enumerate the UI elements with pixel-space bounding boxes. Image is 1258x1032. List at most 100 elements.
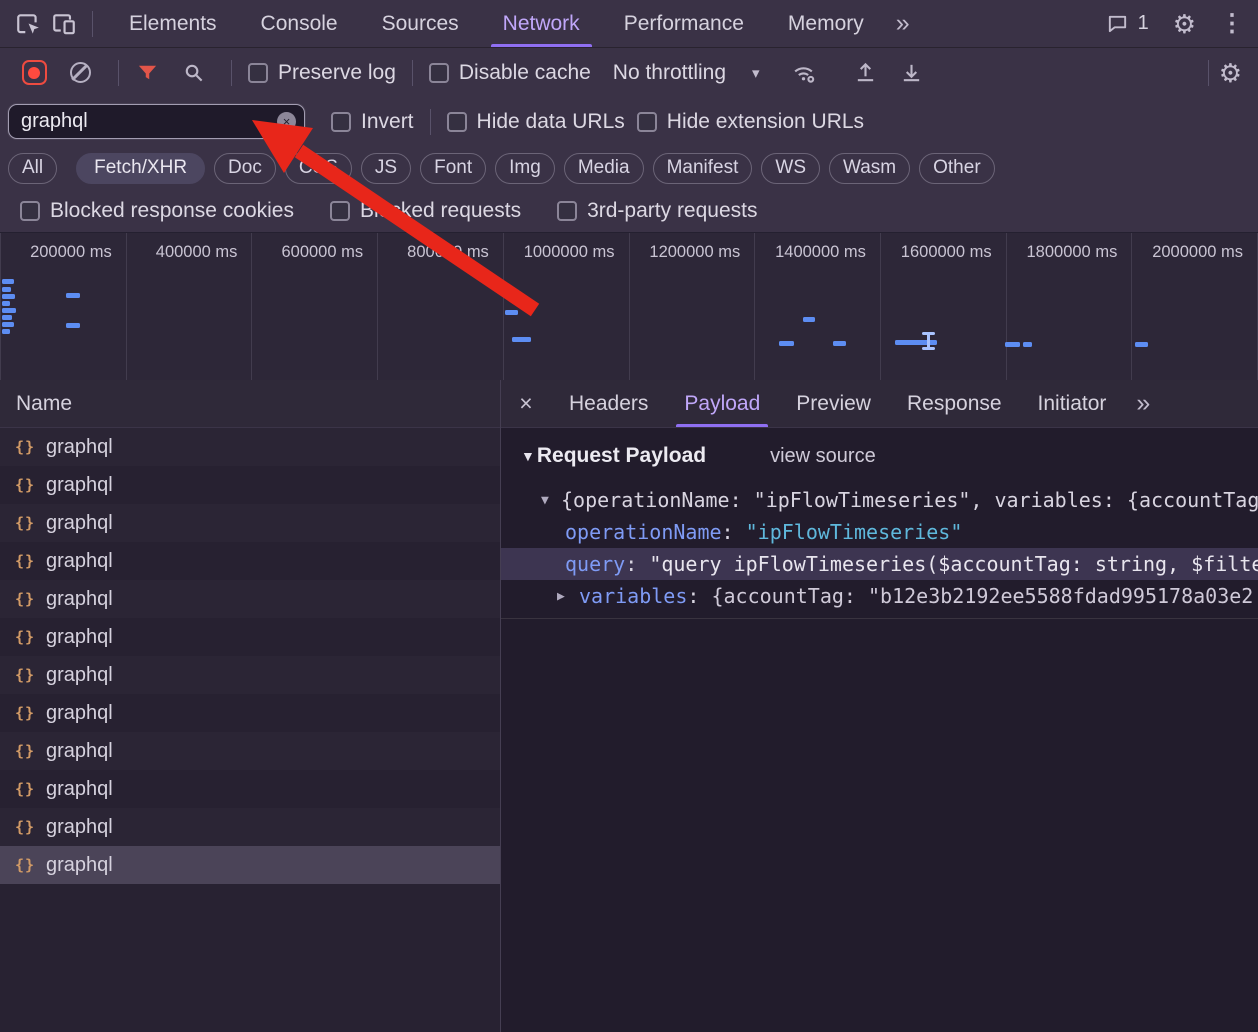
- detail-tab-response[interactable]: Response: [889, 380, 1020, 427]
- json-braces-icon: {}: [14, 590, 36, 608]
- checkbox-box[interactable]: [330, 201, 350, 221]
- checkbox-box[interactable]: [20, 201, 40, 221]
- waterfall-mark: [505, 310, 518, 315]
- more-detail-tabs-button[interactable]: »: [1124, 391, 1162, 416]
- network-conditions-button[interactable]: [786, 56, 822, 90]
- pill-ws[interactable]: WS: [761, 153, 820, 184]
- json-braces-icon: {}: [14, 704, 36, 722]
- view-source-link[interactable]: view source: [770, 445, 876, 468]
- import-har-button[interactable]: [848, 56, 884, 90]
- filter-toggle-button[interactable]: [129, 56, 165, 90]
- pill-wasm[interactable]: Wasm: [829, 153, 910, 184]
- payload-root-preview: {operationName: "ipFlowTimeseries", vari…: [561, 488, 1258, 512]
- hide-extension-urls-checkbox[interactable]: Hide extension URLs: [637, 110, 864, 134]
- request-row[interactable]: {}graphql: [0, 542, 500, 580]
- tab-console[interactable]: Console: [239, 0, 360, 47]
- pill-doc[interactable]: Doc: [214, 153, 276, 184]
- more-tabs-button[interactable]: »: [886, 11, 920, 36]
- chevron-down-icon: ▾: [752, 64, 760, 82]
- device-toolbar-button[interactable]: [46, 7, 82, 41]
- checkbox-box[interactable]: [429, 63, 449, 83]
- close-details-button[interactable]: ×: [501, 380, 551, 427]
- pill-all[interactable]: All: [8, 153, 57, 184]
- extra-filters-row: Blocked response cookies Blocked request…: [0, 190, 1258, 232]
- main-menu-button[interactable]: ⋮: [1220, 12, 1244, 36]
- throttling-select[interactable]: No throttling ▾: [613, 61, 760, 85]
- pill-font[interactable]: Font: [420, 153, 486, 184]
- network-search-button[interactable]: [175, 56, 211, 90]
- expand-icon[interactable]: ▶: [557, 589, 565, 604]
- pill-css[interactable]: CSS: [285, 153, 352, 184]
- detail-tab-payload[interactable]: Payload: [666, 380, 778, 427]
- pill-other[interactable]: Other: [919, 153, 995, 184]
- request-row[interactable]: {}graphql: [0, 770, 500, 808]
- pill-manifest[interactable]: Manifest: [653, 153, 753, 184]
- waterfall-mark: [512, 337, 531, 342]
- checkbox-box[interactable]: [331, 112, 351, 132]
- blocked-requests-checkbox[interactable]: Blocked requests: [330, 199, 521, 223]
- json-braces-icon: {}: [14, 514, 36, 532]
- tab-memory[interactable]: Memory: [766, 0, 886, 47]
- request-row[interactable]: {}graphql: [0, 466, 500, 504]
- pill-fetch-xhr[interactable]: Fetch/XHR: [76, 153, 205, 184]
- clear-network-log-button[interactable]: [62, 56, 98, 90]
- third-party-requests-checkbox[interactable]: 3rd-party requests: [557, 199, 757, 223]
- request-row[interactable]: {}graphql: [0, 808, 500, 846]
- request-name: graphql: [46, 626, 113, 649]
- pill-js[interactable]: JS: [361, 153, 411, 184]
- pill-media[interactable]: Media: [564, 153, 644, 184]
- collapse-icon[interactable]: ▼: [541, 493, 549, 508]
- name-column-header[interactable]: Name: [0, 380, 500, 428]
- tab-elements[interactable]: Elements: [107, 0, 239, 47]
- request-payload-section: ▼ Request Payload view source: [501, 444, 1258, 468]
- collapse-section-icon[interactable]: ▼: [521, 448, 535, 464]
- export-har-button[interactable]: [894, 56, 930, 90]
- filter-input[interactable]: [8, 104, 305, 139]
- pill-img[interactable]: Img: [495, 153, 555, 184]
- request-name: graphql: [46, 702, 113, 725]
- request-name: graphql: [46, 740, 113, 763]
- throttling-value: No throttling: [613, 61, 726, 85]
- request-row[interactable]: {}graphql: [0, 732, 500, 770]
- payload-row-query[interactable]: query"query ipFlowTimeseries($accountTag…: [501, 548, 1258, 580]
- detail-tab-headers[interactable]: Headers: [551, 380, 666, 427]
- request-name: graphql: [46, 816, 113, 839]
- checkbox-box[interactable]: [557, 201, 577, 221]
- checkbox-box[interactable]: [248, 63, 268, 83]
- settings-button[interactable]: ⚙: [1173, 11, 1196, 37]
- request-row[interactable]: {}graphql: [0, 656, 500, 694]
- overview-timeline[interactable]: 200000 ms400000 ms600000 ms800000 ms1000…: [0, 232, 1258, 380]
- record-network-log-button[interactable]: [16, 56, 52, 90]
- detail-tab-preview[interactable]: Preview: [778, 380, 889, 427]
- section-title: Request Payload: [537, 444, 706, 468]
- hide-data-urls-checkbox[interactable]: Hide data URLs: [447, 110, 625, 134]
- checkbox-box[interactable]: [637, 112, 657, 132]
- tab-performance[interactable]: Performance: [602, 0, 766, 47]
- detail-tab-initiator[interactable]: Initiator: [1020, 380, 1125, 427]
- payload-row-variables[interactable]: ▶ variables{accountTag: "b12e3b2192ee558…: [501, 580, 1258, 612]
- json-braces-icon: {}: [14, 856, 36, 874]
- request-row[interactable]: {}graphql: [0, 618, 500, 656]
- request-row[interactable]: {} graphql: [0, 694, 500, 732]
- clear-filter-button[interactable]: ×: [277, 112, 296, 131]
- request-row[interactable]: {}graphql: [0, 580, 500, 618]
- payload-root-row[interactable]: ▼ {operationName: "ipFlowTimeseries", va…: [501, 484, 1258, 516]
- tab-sources[interactable]: Sources: [360, 0, 481, 47]
- request-row[interactable]: {}graphql: [0, 504, 500, 542]
- json-braces-icon: {}: [14, 438, 36, 456]
- preserve-log-checkbox[interactable]: Preserve log: [248, 61, 396, 85]
- invert-checkbox[interactable]: Invert: [331, 110, 414, 134]
- request-row[interactable]: {}graphql: [0, 428, 500, 466]
- issues-button[interactable]: 1: [1106, 12, 1149, 35]
- tab-network[interactable]: Network: [481, 0, 602, 47]
- payload-row-operation-name[interactable]: operationName"ipFlowTimeseries": [501, 516, 1258, 548]
- record-icon: [22, 60, 47, 85]
- disable-cache-checkbox[interactable]: Disable cache: [429, 61, 591, 85]
- json-braces-icon: {}: [14, 780, 36, 798]
- blocked-response-cookies-checkbox[interactable]: Blocked response cookies: [20, 199, 294, 223]
- request-row[interactable]: {}graphql: [0, 846, 500, 884]
- requests-panel: Name {} graphql {} graphql {} graphql {} graphq…: [0, 380, 501, 1032]
- network-settings-button[interactable]: ⚙: [1219, 60, 1242, 86]
- inspect-element-button[interactable]: [10, 7, 46, 41]
- checkbox-box[interactable]: [447, 112, 467, 132]
